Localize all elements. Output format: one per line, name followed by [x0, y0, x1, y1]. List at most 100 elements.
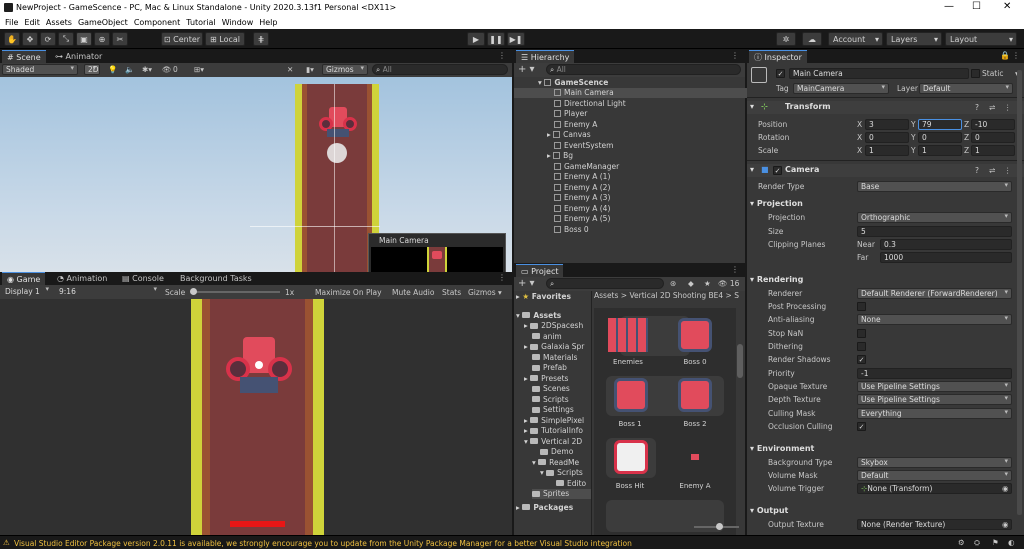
game-gizmos-dropdown[interactable]: Gizmos ▾	[468, 288, 502, 297]
favorites-item[interactable]: ▸ ★ Favorites	[516, 291, 571, 302]
menu-gameobject[interactable]: GameObject	[78, 18, 128, 27]
minimize-icon[interactable]: —	[944, 1, 954, 12]
tab-animation[interactable]: ◔ Animation	[52, 272, 112, 285]
lock-icon[interactable]: 🔒	[1000, 51, 1010, 60]
assets-folder[interactable]: ▾ Assets	[516, 310, 561, 321]
lighting-icon[interactable]: 💡	[108, 65, 117, 74]
hierarchy-item[interactable]: Directional Light	[514, 98, 747, 109]
environment-foldout[interactable]: ▾ Environment	[750, 444, 814, 453]
position-x-field[interactable]: 3	[865, 119, 909, 130]
hierarchy-item[interactable]: Boss 0	[514, 224, 747, 235]
menu-file[interactable]: File	[5, 18, 18, 27]
hierarchy-item[interactable]: Enemy A (1)	[514, 172, 747, 183]
project-folder[interactable]: Prefab	[532, 363, 567, 374]
status-message[interactable]: Visual Studio Editor Package version 2.0…	[14, 539, 632, 548]
search-by-type-icon[interactable]: ⊛	[670, 279, 676, 288]
project-folder[interactable]: ▾ ReadMe	[532, 457, 579, 468]
layers-dropdown[interactable]: Layers ▾	[886, 32, 942, 46]
help-icon[interactable]: ?	[975, 103, 979, 112]
play-icon[interactable]: ▶	[467, 32, 485, 46]
hierarchy-item[interactable]: ▸ Bg	[514, 151, 747, 162]
favorite-star-icon[interactable]: ★	[704, 279, 711, 288]
aspect-dropdown[interactable]: 9:16	[56, 285, 160, 297]
packages-folder[interactable]: ▸ Packages	[516, 502, 573, 513]
camera-settings-icon[interactable]: ▮▾	[306, 65, 314, 74]
stats-toggle[interactable]: Stats	[442, 288, 461, 297]
panel-menu-icon[interactable]: ⋮	[1012, 51, 1020, 60]
effects-icon[interactable]: ✱▾	[142, 65, 152, 74]
tools-icon[interactable]: ✕	[287, 65, 293, 74]
project-folder-selected[interactable]: Sprites	[532, 488, 592, 499]
scene-search-input[interactable]: ⌕ All	[372, 64, 508, 75]
camera-enabled-checkbox[interactable]: ✓	[773, 166, 782, 175]
menu-help[interactable]: Help	[259, 18, 277, 27]
camera-header[interactable]: ▾ ■ ✓ Camera ? ⇌ ⋮	[747, 164, 1024, 177]
enemy-a-sprite-thumb[interactable]	[691, 454, 699, 460]
scale-slider[interactable]	[192, 291, 280, 293]
close-icon[interactable]: ✕	[1003, 1, 1011, 12]
rotate-tool-icon[interactable]: ⟳	[40, 32, 56, 46]
project-folder[interactable]: ▸ SimplePixel	[524, 415, 584, 426]
rotation-y-field[interactable]: 0	[918, 132, 962, 143]
tab-console[interactable]: ▤ Console	[117, 272, 169, 285]
hierarchy-item[interactable]: Enemy A (2)	[514, 182, 747, 193]
priority-field[interactable]: -1	[857, 368, 1012, 379]
render-type-dropdown[interactable]: Base	[857, 181, 1012, 192]
tab-inspector[interactable]: ⓘ Inspector	[749, 50, 807, 63]
project-folder[interactable]: ▾ Scripts	[540, 468, 583, 479]
project-folder[interactable]: Settings	[532, 405, 574, 416]
gizmos-dropdown[interactable]: Gizmos	[322, 64, 368, 75]
object-name-field[interactable]: Main Camera	[789, 68, 969, 79]
presets-icon[interactable]: ⇌	[989, 103, 995, 112]
menu-component[interactable]: Component	[134, 18, 180, 27]
render-shadows-checkbox[interactable]: ✓	[857, 355, 866, 364]
menu-edit[interactable]: Edit	[24, 18, 40, 27]
output-texture-field[interactable]: None (Render Texture)	[857, 519, 1012, 530]
tab-game[interactable]: ◉ Game	[2, 272, 46, 285]
hierarchy-item[interactable]: Enemy A (5)	[514, 214, 747, 225]
rotation-x-field[interactable]: 0	[865, 132, 909, 143]
debug-icon[interactable]: ⚙	[958, 538, 965, 547]
volume-mask-dropdown[interactable]: Default	[857, 470, 1012, 481]
hierarchy-item[interactable]: Enemy A	[514, 119, 747, 130]
scale-y-field[interactable]: 1	[918, 145, 962, 156]
maximize-on-play-toggle[interactable]: Maximize On Play	[315, 288, 382, 297]
menu-assets[interactable]: Assets	[46, 18, 72, 27]
help-icon[interactable]: ?	[975, 166, 979, 175]
project-folder[interactable]: ▸ TutorialInfo	[524, 426, 583, 437]
background-type-dropdown[interactable]: Skybox	[857, 457, 1012, 468]
boss1-sprite-thumb[interactable]	[614, 378, 648, 412]
position-y-field[interactable]: 79	[918, 119, 962, 130]
project-folder[interactable]: ▸ 2DSpacesh	[524, 321, 583, 332]
tag-dropdown[interactable]: MainCamera	[793, 83, 889, 94]
menu-window[interactable]: Window	[222, 18, 254, 27]
hierarchy-item[interactable]: Main Camera	[514, 87, 747, 98]
layer-dropdown[interactable]: Default	[919, 83, 1013, 94]
custom-tool-icon[interactable]: ✂	[112, 32, 128, 46]
position-z-field[interactable]: -10	[971, 119, 1015, 130]
pivot-center-button[interactable]: ⊡ Center	[161, 32, 203, 46]
dithering-checkbox[interactable]	[857, 342, 866, 351]
boss0-sprite-thumb[interactable]	[678, 318, 712, 352]
project-folder[interactable]: Scripts	[532, 394, 569, 405]
boss-hit-sprite-thumb[interactable]	[614, 440, 648, 474]
component-menu-icon[interactable]: ⋮	[1004, 166, 1012, 175]
scale-tool-icon[interactable]: ⤡	[58, 32, 74, 46]
panel-menu-icon[interactable]: ⋮	[498, 273, 506, 282]
shading-dropdown[interactable]: Shaded	[2, 64, 78, 75]
projection-foldout[interactable]: ▾ Projection	[750, 199, 803, 208]
tab-project[interactable]: ▭ Project	[516, 264, 564, 277]
project-folder[interactable]: Edito	[556, 478, 586, 489]
project-scrollbar[interactable]	[737, 344, 743, 378]
hierarchy-item[interactable]: Player	[514, 109, 747, 120]
anti-aliasing-dropdown[interactable]: None	[857, 314, 1012, 325]
project-folder[interactable]: anim	[532, 331, 562, 342]
account-dropdown[interactable]: Account ▾	[828, 32, 883, 46]
panel-menu-icon[interactable]: ⋮	[498, 51, 506, 60]
tab-animator[interactable]: ⊶ Animator	[50, 50, 107, 63]
lighting-status-icon[interactable]: ⚑	[992, 538, 999, 547]
cloud-icon[interactable]: ☁	[802, 32, 822, 46]
create-add-icon[interactable]: + ▾	[518, 64, 535, 75]
visibility-icon[interactable]: 👁	[162, 65, 172, 74]
opaque-texture-dropdown[interactable]: Use Pipeline Settings	[857, 381, 1012, 392]
